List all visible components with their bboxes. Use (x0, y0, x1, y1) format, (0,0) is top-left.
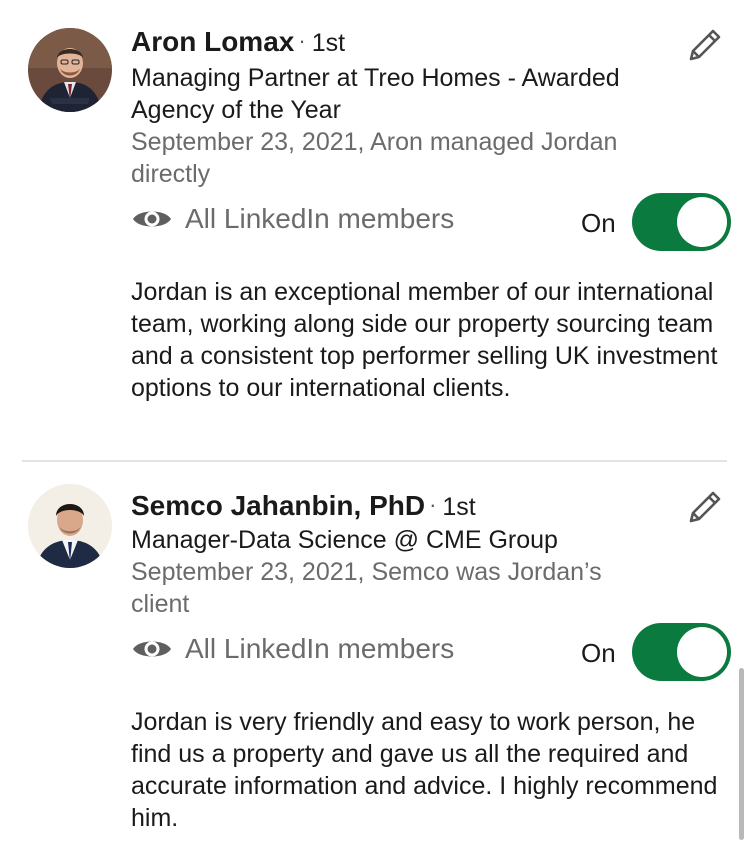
recommender-name[interactable]: Semco Jahanbin, PhD (131, 490, 425, 521)
recommendation-card: Semco Jahanbin, PhD · 1st Manager-Data Sci… (0, 462, 750, 848)
name-line: Semco Jahanbin, PhD · 1st (131, 490, 476, 524)
edit-button[interactable] (684, 486, 726, 528)
scrollbar[interactable] (739, 668, 744, 840)
toggle-knob (677, 197, 727, 247)
recommendation-card: Aron Lomax · 1st Managing Partner at Treo … (0, 0, 750, 460)
visibility-setting: All LinkedIn members (131, 203, 454, 235)
connection-degree: 1st (442, 493, 476, 521)
name-line: Aron Lomax · 1st (131, 26, 345, 60)
avatar[interactable] (28, 28, 112, 112)
recommender-headline: Managing Partner at Treo Homes - Awarded… (131, 64, 620, 124)
eye-icon (133, 211, 171, 227)
separator-dot: · (429, 492, 437, 517)
recommendation-meta: September 23, 2021, Aron managed Jordan … (131, 128, 618, 188)
pencil-icon (689, 29, 721, 61)
visibility-toggle[interactable] (632, 623, 731, 681)
toggle-knob (677, 627, 727, 677)
visibility-setting: All LinkedIn members (131, 633, 454, 665)
visibility-toggle[interactable] (632, 193, 731, 251)
edit-button[interactable] (684, 24, 726, 66)
toggle-state-label: On (581, 638, 616, 668)
visibility-label: All LinkedIn members (185, 633, 455, 664)
toggle-state-label: On (581, 208, 616, 238)
eye-icon (133, 641, 171, 657)
separator-dot: · (298, 28, 306, 53)
pencil-icon (689, 491, 721, 523)
recommender-headline: Manager-Data Science @ CME Group (131, 526, 558, 554)
recommendation-text: Jordan is an exceptional member of our i… (131, 278, 718, 402)
recommender-name[interactable]: Aron Lomax (131, 26, 294, 57)
avatar[interactable] (28, 484, 112, 568)
recommendation-text: Jordan is very friendly and easy to work… (131, 708, 718, 832)
recommendation-meta: September 23, 2021, Semco was Jordan’s c… (131, 558, 602, 618)
connection-degree: 1st (311, 29, 346, 57)
visibility-label: All LinkedIn members (185, 203, 455, 234)
